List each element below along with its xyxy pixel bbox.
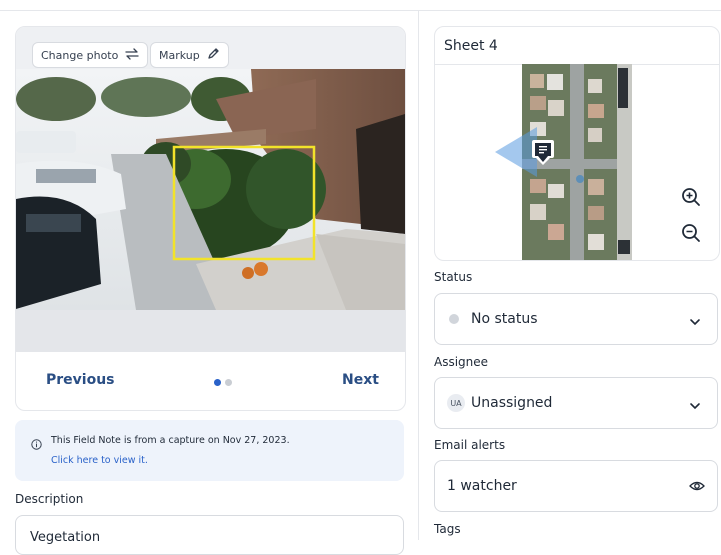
- page-dot[interactable]: [225, 379, 232, 386]
- zoom-in-button[interactable]: [676, 182, 706, 212]
- description-field[interactable]: Vegetation: [15, 515, 404, 555]
- status-dot: [449, 314, 459, 324]
- page-dot-active[interactable]: [214, 379, 221, 386]
- view-direction-cone: [495, 127, 537, 177]
- swap-icon: [125, 47, 139, 63]
- sheet-card: Sheet 4: [434, 26, 720, 261]
- chevron-down-icon: [689, 314, 701, 330]
- pencil-icon: [207, 47, 220, 63]
- assignee-select[interactable]: UA Unassigned: [434, 377, 718, 429]
- zoom-out-icon: [682, 224, 700, 242]
- status-label: Status: [434, 270, 473, 284]
- view-capture-link[interactable]: Click here to view it.: [51, 455, 148, 466]
- previous-button[interactable]: Previous: [46, 372, 115, 388]
- change-photo-label: Change photo: [41, 48, 119, 62]
- top-divider: [0, 10, 721, 11]
- change-photo-button[interactable]: Change photo: [32, 42, 149, 68]
- assignee-label: Assignee: [434, 355, 489, 369]
- capture-info-text: This Field Note is from a capture on Nov…: [51, 435, 290, 446]
- info-icon: [31, 435, 42, 454]
- email-alerts-label: Email alerts: [434, 438, 506, 452]
- field-note-pin-icon[interactable]: [532, 140, 554, 166]
- watchers-value: 1 watcher: [447, 478, 517, 494]
- description-label: Description: [15, 492, 84, 506]
- status-value: No status: [471, 311, 538, 327]
- watchers-field[interactable]: 1 watcher: [434, 460, 718, 512]
- photo-card: Change photo Markup Previous Next: [15, 26, 406, 411]
- photo-pager: Previous Next: [16, 353, 405, 409]
- zoom-out-button[interactable]: [676, 218, 706, 248]
- next-button[interactable]: Next: [342, 372, 379, 388]
- markup-button[interactable]: Markup: [150, 42, 229, 68]
- eye-icon[interactable]: [689, 479, 705, 497]
- zoom-in-icon: [682, 188, 700, 206]
- capture-info-banner: This Field Note is from a capture on Nov…: [15, 420, 404, 481]
- sheet-title: Sheet 4: [444, 38, 498, 54]
- status-select[interactable]: No status: [434, 293, 718, 345]
- photo-footer: [16, 310, 405, 352]
- avatar: UA: [447, 394, 465, 412]
- chevron-down-icon: [689, 398, 701, 414]
- field-note-photo[interactable]: [16, 69, 405, 310]
- markup-label: Markup: [159, 48, 200, 62]
- assignee-value: Unassigned: [471, 395, 553, 411]
- tags-label: Tags: [434, 522, 461, 536]
- column-divider: [418, 10, 419, 540]
